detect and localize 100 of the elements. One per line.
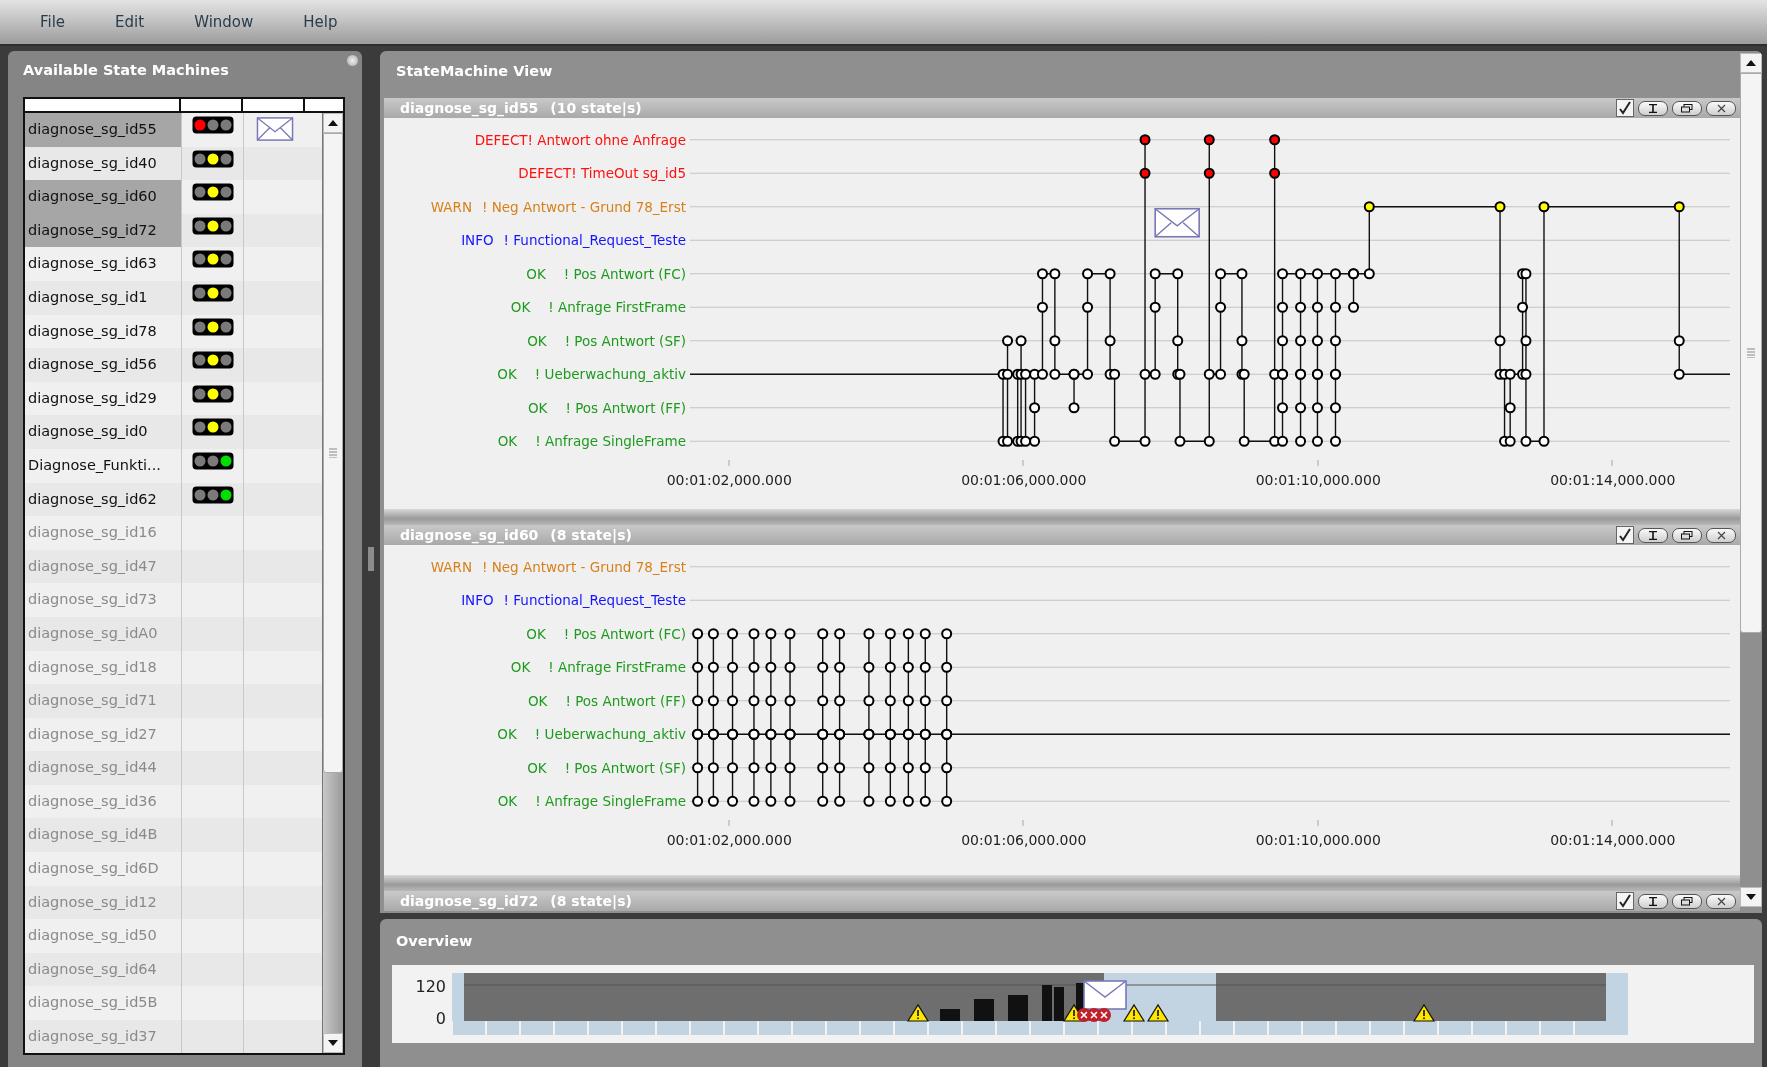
view-title: diagnose_sg_id55	[400, 100, 539, 116]
scroll-down-icon[interactable]	[328, 1040, 338, 1046]
state-name: ! Antwort ohne Anfrage	[527, 131, 686, 148]
close-button[interactable]	[1706, 100, 1736, 116]
bar	[1008, 995, 1028, 1021]
state-severity: OK	[526, 265, 546, 282]
scroll-up-icon[interactable]	[1746, 60, 1756, 66]
bar	[940, 1009, 960, 1021]
envelope-icon	[256, 117, 294, 141]
menu-item[interactable]: Window	[180, 13, 272, 31]
machine-name[interactable]: Diagnose_Funkti...	[25, 448, 182, 483]
checkbox[interactable]	[1616, 99, 1634, 117]
panel-title: Overview	[395, 932, 474, 951]
state-severity: INFO	[461, 592, 494, 609]
bar	[974, 999, 994, 1021]
state-severity: OK	[527, 332, 547, 349]
state-severity: DEFECT	[474, 131, 528, 148]
panel-title: StateMachine View	[395, 62, 554, 81]
view-title: diagnose_sg_id72	[400, 893, 539, 909]
axis-label: 120	[415, 977, 446, 997]
checkbox[interactable]	[1616, 526, 1634, 544]
error-icon	[1097, 1008, 1111, 1022]
state-severity: OK	[528, 692, 548, 709]
text-cursor-button[interactable]	[1638, 893, 1668, 909]
state-name: ! Pos Antwort (FF)	[565, 692, 686, 709]
state-name: ! Pos Antwort (SF)	[564, 759, 686, 776]
time-axis-label: 00:01:10,000.000	[1255, 831, 1381, 848]
view-title: diagnose_sg_id60	[400, 527, 539, 543]
close-button[interactable]	[1706, 893, 1736, 909]
state-severity: OK	[527, 759, 547, 776]
close-button[interactable]	[1706, 527, 1736, 543]
state-name: ! Neg Antwort - Grund 78_Erst	[482, 198, 686, 215]
close-icon	[1716, 103, 1726, 113]
state-name: ! Anfrage SingleFrame	[535, 433, 686, 450]
machine-name[interactable]: diagnose_sg_id72	[25, 213, 182, 248]
state-name: ! Anfrage FirstFrame	[548, 299, 686, 316]
restore-icon	[1681, 530, 1693, 540]
envelope-icon	[1083, 980, 1127, 1010]
restore-button[interactable]	[1672, 100, 1702, 116]
state-count: (8 state|s)	[550, 527, 632, 543]
machine-name[interactable]: diagnose_sg_id55	[25, 113, 182, 147]
restore-button[interactable]	[1672, 893, 1702, 909]
state-count: (8 state|s)	[550, 893, 632, 909]
state-severity: WARN	[430, 198, 472, 215]
bar	[1042, 985, 1052, 1021]
state-count: (10 state|s)	[550, 100, 642, 116]
menu-item[interactable]: File	[26, 13, 84, 31]
checkbox[interactable]	[1616, 892, 1634, 910]
time-axis-label: 00:01:14,000.000	[1550, 471, 1676, 488]
menu-item[interactable]: Help	[289, 13, 356, 31]
time-axis-label: 00:01:14,000.000	[1550, 831, 1676, 848]
state-severity: OK	[528, 399, 548, 416]
scrollbar[interactable]	[322, 113, 343, 1053]
scroll-up-icon[interactable]	[328, 120, 338, 126]
state-severity: INFO	[461, 232, 494, 249]
restore-button[interactable]	[1672, 527, 1702, 543]
time-axis-label: 00:01:02,000.000	[666, 831, 792, 848]
state-severity: OK	[526, 625, 546, 642]
warning-icon	[1412, 1003, 1436, 1022]
machine-name[interactable]: diagnose_sg_id63	[25, 247, 182, 281]
close-icon	[1716, 896, 1726, 906]
bar	[1054, 987, 1064, 1021]
state-name: ! Pos Antwort (FF)	[565, 399, 686, 416]
state-name: ! Ueberwachung_aktiv	[534, 726, 686, 743]
state-name: ! Ueberwachung_aktiv	[534, 366, 686, 383]
scroll-down-icon[interactable]	[1746, 894, 1756, 900]
splitter-handle-icon[interactable]	[368, 547, 374, 571]
state-severity: WARN	[430, 558, 472, 575]
state-severity: OK	[497, 793, 518, 810]
state-severity: OK	[510, 659, 531, 676]
restore-icon	[1681, 896, 1693, 906]
text-cursor-icon	[1648, 103, 1658, 113]
text-cursor-button[interactable]	[1638, 100, 1668, 116]
machine-name[interactable]: diagnose_sg_id60	[25, 180, 182, 214]
state-name: ! Anfrage FirstFrame	[548, 659, 686, 676]
grip-icon	[329, 448, 337, 458]
panel-knob-icon[interactable]	[347, 55, 358, 66]
state-severity: OK	[497, 726, 517, 743]
state-severity: DEFECT	[518, 165, 572, 182]
text-cursor-button[interactable]	[1638, 527, 1668, 543]
time-axis-label: 00:01:10,000.000	[1255, 471, 1381, 488]
text-cursor-icon	[1648, 896, 1658, 906]
time-axis-label: 00:01:06,000.000	[961, 471, 1087, 488]
panel-title: Available State Machines	[23, 61, 230, 80]
warning-icon	[1122, 1003, 1146, 1022]
time-axis-label: 00:01:06,000.000	[961, 831, 1087, 848]
restore-icon	[1681, 103, 1693, 113]
state-name: ! Neg Antwort - Grund 78_Erst	[482, 558, 686, 575]
close-icon	[1716, 530, 1726, 540]
state-name: ! Pos Antwort (FC)	[563, 265, 686, 282]
state-severity: OK	[510, 299, 531, 316]
grip-icon	[1747, 348, 1755, 358]
axis-label: 0	[435, 1009, 446, 1029]
menu-item[interactable]: Edit	[101, 13, 163, 31]
warning-icon	[906, 1003, 930, 1022]
state-severity: OK	[497, 366, 517, 383]
state-name: ! Pos Antwort (FC)	[563, 625, 686, 642]
text-cursor-icon	[1648, 530, 1658, 540]
state-severity: OK	[497, 433, 518, 450]
warning-icon	[1146, 1003, 1170, 1022]
